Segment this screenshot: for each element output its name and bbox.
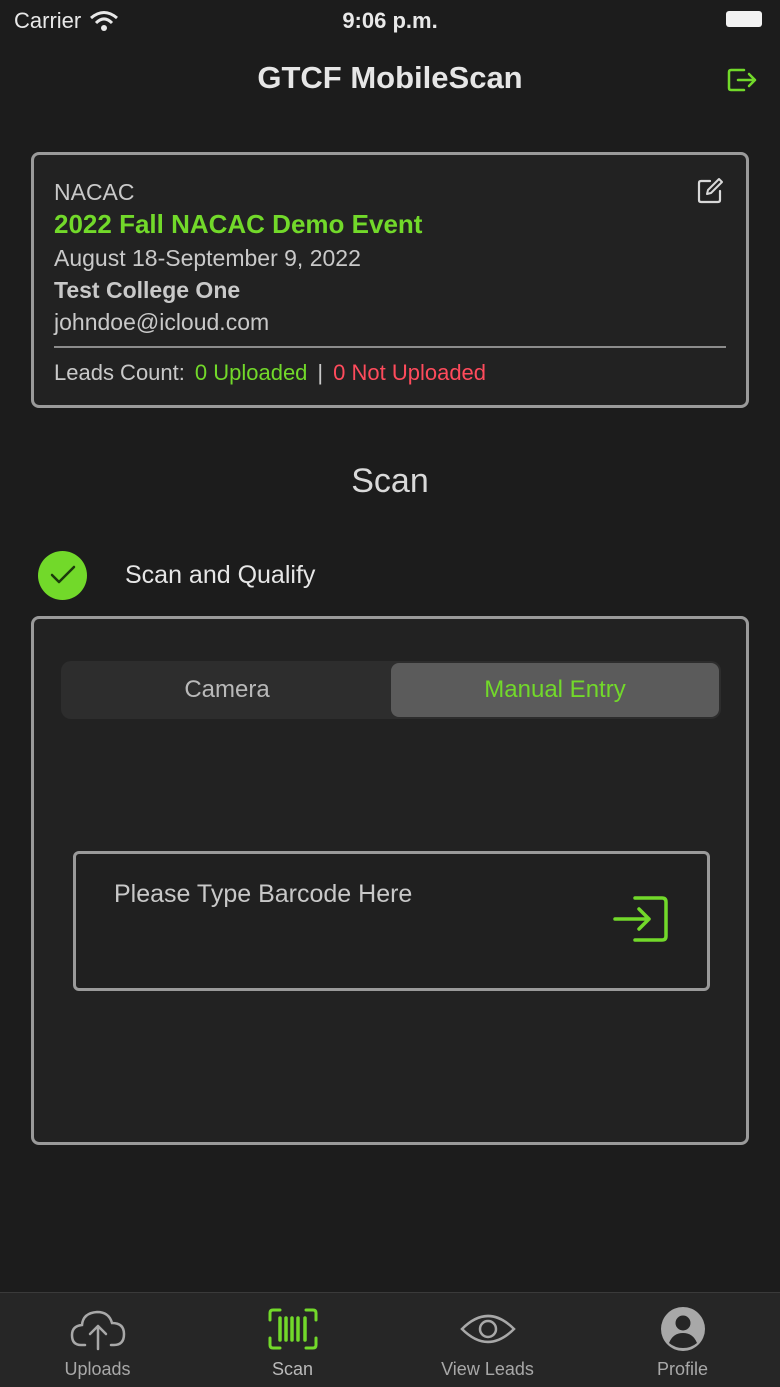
battery-icon <box>726 11 762 27</box>
tab-label-view-leads: View Leads <box>441 1359 534 1379</box>
scan-section-title: Scan <box>351 462 429 500</box>
tab-uploads[interactable]: Uploads <box>0 1293 195 1387</box>
scan-qualify-checkbox[interactable] <box>38 550 87 600</box>
scan-and-qualify-row[interactable]: Scan and Qualify <box>38 550 315 600</box>
checkmark-icon <box>50 565 75 584</box>
tab-scan[interactable]: Scan <box>195 1293 390 1387</box>
tab-profile[interactable]: Profile <box>585 1293 780 1387</box>
eye-icon <box>459 1305 517 1353</box>
barcode-icon <box>264 1305 322 1353</box>
scan-panel: Camera Manual Entry <box>31 616 749 1145</box>
tab-label-uploads: Uploads <box>64 1359 131 1379</box>
leads-count-row: Leads Count: 0 Uploaded | 0 Not Uploaded <box>54 360 486 386</box>
scan-qualify-label: Scan and Qualify <box>125 560 316 589</box>
segment-manual-entry[interactable]: Manual Entry <box>391 663 719 717</box>
leads-separator: | <box>317 360 324 385</box>
tab-label-profile: Profile <box>656 1359 709 1379</box>
event-college: Test College One <box>54 277 241 303</box>
edit-icon[interactable] <box>696 177 724 205</box>
segment-camera[interactable]: Camera <box>63 663 391 717</box>
scan-mode-segmented-control: Camera Manual Entry <box>61 661 721 719</box>
event-card: NACAC 2022 Fall NACAC Demo Event August … <box>31 152 749 408</box>
event-email: johndoe@icloud.com <box>54 309 270 335</box>
cloud-upload-icon <box>69 1305 127 1353</box>
leads-not-uploaded: 0 Not Uploaded <box>333 360 487 385</box>
tab-bar: Uploads Scan View Leads Profile <box>0 1292 780 1387</box>
event-name: 2022 Fall NACAC Demo Event <box>54 209 423 239</box>
status-time: 9:06 p.m. <box>342 8 438 33</box>
tab-view-leads[interactable]: View Leads <box>390 1293 585 1387</box>
leads-count-label: Leads Count: <box>54 360 185 385</box>
page-title: GTCF MobileScan <box>257 60 523 95</box>
logout-icon[interactable] <box>726 66 758 94</box>
tab-label-scan: Scan <box>271 1359 314 1379</box>
barcode-field <box>73 851 710 991</box>
status-bar: Carrier 9:06 p.m. <box>0 0 780 40</box>
event-organization: NACAC <box>54 179 135 205</box>
card-divider <box>54 346 726 348</box>
leads-uploaded: 0 Uploaded <box>194 360 308 385</box>
profile-icon <box>654 1305 712 1353</box>
event-dates: August 18-September 9, 2022 <box>54 245 361 271</box>
submit-barcode-icon[interactable] <box>611 894 671 944</box>
barcode-input[interactable] <box>114 876 584 912</box>
